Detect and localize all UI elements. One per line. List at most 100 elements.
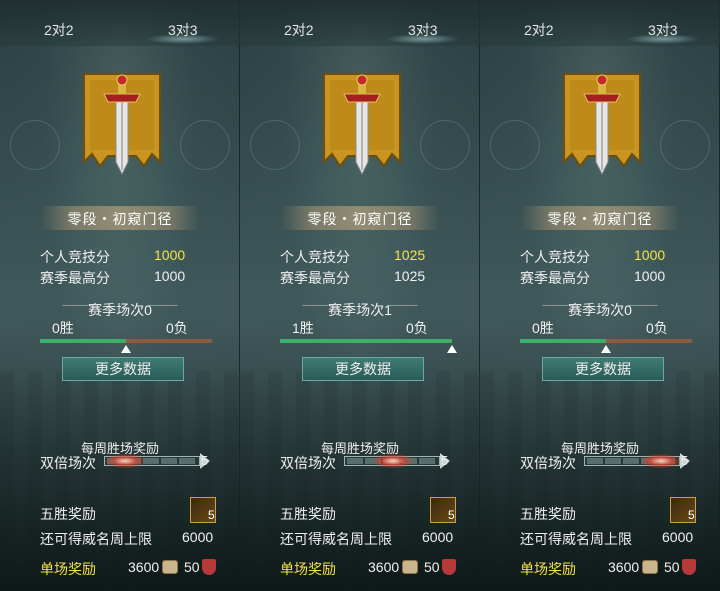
coin-reward-value: 3600 — [608, 559, 640, 575]
season-best-value: 1000 — [154, 268, 186, 284]
losses-count: 0负 — [166, 320, 188, 336]
single-match-reward-label: 单场奖励 — [280, 561, 336, 577]
rank-title: 零段・初窥门径 — [307, 211, 413, 227]
tab-3v3[interactable]: 3对3 — [146, 20, 219, 44]
win-ratio-marker — [121, 345, 131, 353]
rank-title: 零段・初窥门径 — [547, 211, 653, 227]
fame-limit-value: 6000 — [662, 529, 694, 545]
rank-title: 零段・初窥门径 — [67, 211, 173, 227]
more-data-button[interactable]: 更多数据 — [542, 357, 664, 381]
fame-limit-value: 6000 — [182, 529, 214, 545]
season-best-value: 1025 — [394, 268, 426, 284]
shield-reward-value: 50 — [184, 559, 200, 575]
cloud-swirl-decoration — [180, 120, 230, 170]
season-matches: 赛季场次0 — [568, 302, 632, 318]
fame-limit-label: 还可得威名周上限 — [40, 531, 152, 547]
season-matches: 赛季场次1 — [328, 302, 392, 318]
wins-count: 0胜 — [52, 320, 74, 336]
shield-icon — [202, 559, 216, 575]
double-matches-bar — [344, 454, 440, 468]
shield-reward-value: 50 — [664, 559, 680, 575]
cloud-swirl-decoration — [10, 120, 60, 170]
progress-glow — [105, 454, 145, 468]
personal-score-label: 个人竞技分 — [520, 249, 590, 265]
cloud-swirl-decoration — [420, 120, 470, 170]
sword-banner-icon — [83, 73, 161, 176]
cloud-swirl-decoration — [660, 120, 710, 170]
bar-segment — [623, 458, 639, 464]
mode-tabs: 2对2 3对3 — [0, 0, 240, 46]
season-best-label: 赛季最高分 — [280, 270, 350, 286]
shield-icon — [442, 559, 456, 575]
bar-segment — [161, 458, 177, 464]
tab-2v2[interactable]: 2对2 — [284, 20, 314, 40]
bar-segment — [143, 458, 159, 464]
arena-panels: 2对2 3对3 零段・初窥门径 个人竞技分 1000 赛季最高分 1000 赛季… — [0, 0, 720, 591]
bar-segment — [179, 458, 195, 464]
double-matches-count: 5 — [441, 453, 449, 468]
sword-banner-icon — [563, 73, 641, 176]
bar-segment — [347, 458, 363, 464]
win-loss-bar — [40, 339, 212, 343]
tab-2v2[interactable]: 2对2 — [44, 20, 74, 40]
win-loss-bar — [280, 339, 452, 343]
single-match-reward-label: 单场奖励 — [40, 561, 96, 577]
win-ratio-marker — [601, 345, 611, 353]
double-matches-label: 双倍场次 — [40, 455, 96, 471]
personal-score-value: 1000 — [154, 247, 186, 263]
coin-reward-value: 3600 — [128, 559, 160, 575]
double-matches-count: 5 — [681, 453, 689, 468]
city-backdrop — [480, 371, 720, 591]
coin-icon — [162, 560, 178, 574]
personal-score-value: 1000 — [634, 247, 666, 263]
coin-icon — [402, 560, 418, 574]
win-loss-bar — [520, 339, 692, 343]
double-matches-bar — [584, 454, 681, 468]
double-matches-label: 双倍场次 — [280, 455, 336, 471]
mode-tabs: 2对2 3对3 — [240, 0, 480, 46]
progress-glow — [641, 454, 681, 468]
five-win-reward-label: 五胜奖励 — [40, 506, 96, 522]
fame-limit-label: 还可得威名周上限 — [520, 531, 632, 547]
bar-segment — [419, 458, 435, 464]
five-win-reward-count: 5 — [448, 508, 455, 522]
season-best-label: 赛季最高分 — [40, 270, 110, 286]
tab-3v3[interactable]: 3对3 — [386, 20, 459, 44]
mode-tabs: 2对2 3对3 — [480, 0, 720, 46]
coin-icon — [642, 560, 658, 574]
season-best-value: 1000 — [634, 268, 666, 284]
cloud-swirl-decoration — [250, 120, 300, 170]
arena-panel: 2对2 3对3 零段・初窥门径 个人竞技分 1000 赛季最高分 1000 赛季… — [0, 0, 240, 591]
coin-reward-value: 3600 — [368, 559, 400, 575]
tab-2v2[interactable]: 2对2 — [524, 20, 554, 40]
wins-count: 1胜 — [292, 320, 314, 336]
personal-score-label: 个人竞技分 — [280, 249, 350, 265]
double-matches-label: 双倍场次 — [520, 455, 576, 471]
win-fill — [520, 339, 606, 343]
five-win-reward-label: 五胜奖励 — [280, 506, 336, 522]
tab-3v3[interactable]: 3对3 — [626, 20, 699, 44]
losses-count: 0负 — [406, 320, 428, 336]
wins-count: 0胜 — [532, 320, 554, 336]
losses-count: 0负 — [646, 320, 668, 336]
personal-score-label: 个人竞技分 — [40, 249, 110, 265]
shield-icon — [682, 559, 696, 575]
five-win-reward-count: 5 — [688, 508, 695, 522]
progress-glow — [373, 454, 413, 468]
city-backdrop — [0, 371, 240, 591]
city-backdrop — [240, 371, 480, 591]
season-matches: 赛季场次0 — [88, 302, 152, 318]
fame-limit-value: 6000 — [422, 529, 454, 545]
shield-reward-value: 50 — [424, 559, 440, 575]
double-matches-count: 5 — [201, 453, 209, 468]
more-data-button[interactable]: 更多数据 — [302, 357, 424, 381]
cloud-swirl-decoration — [490, 120, 540, 170]
win-ratio-marker — [447, 345, 457, 353]
five-win-reward-label: 五胜奖励 — [520, 506, 576, 522]
single-match-reward-label: 单场奖励 — [520, 561, 576, 577]
more-data-button[interactable]: 更多数据 — [62, 357, 184, 381]
arena-panel: 2对2 3对3 零段・初窥门径 个人竞技分 1000 赛季最高分 1000 赛季… — [480, 0, 720, 591]
fame-limit-label: 还可得威名周上限 — [280, 531, 392, 547]
personal-score-value: 1025 — [394, 247, 426, 263]
arena-panel: 2对2 3对3 零段・初窥门径 个人竞技分 1025 赛季最高分 1025 赛季… — [240, 0, 480, 591]
